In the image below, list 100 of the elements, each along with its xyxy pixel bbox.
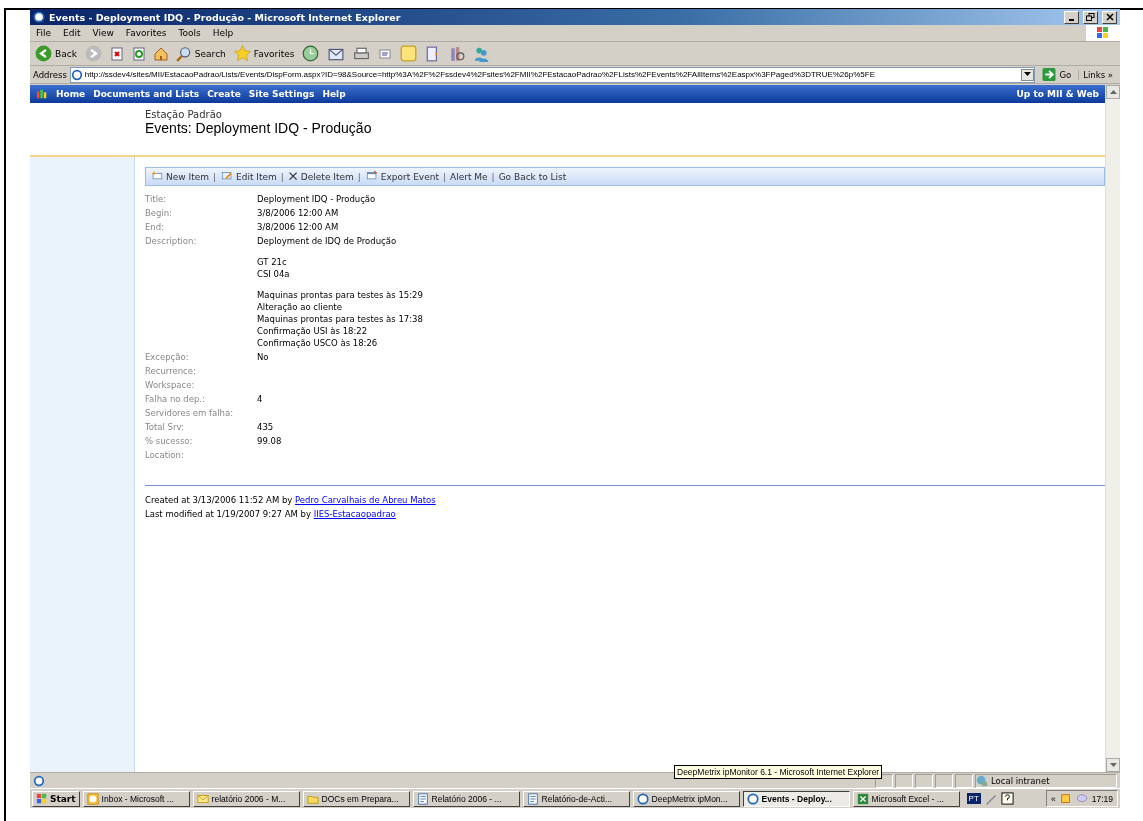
field-value: 99.08 (257, 436, 283, 446)
field-value: 435 (257, 422, 275, 432)
field-label: Servidores em falha: (145, 408, 234, 418)
taskbar-button[interactable]: DeepMetrix ipMon... (632, 790, 740, 807)
address-label: Address (33, 69, 67, 80)
clock: 17:19 (1091, 793, 1113, 804)
people-icon (473, 45, 491, 62)
field-value: Deployment de IDQ de Produção (257, 236, 398, 246)
envelope-icon (196, 792, 209, 805)
separator-text: | (280, 171, 284, 182)
field-value: GT 21c (257, 257, 288, 267)
field-label: Title: (145, 194, 168, 204)
tray-expand[interactable]: « (1051, 793, 1056, 804)
action-link[interactable]: New Item (150, 171, 209, 182)
dropdown-button[interactable] (1021, 68, 1035, 81)
field-label: Recurrence: (145, 366, 197, 376)
language-indicator[interactable]: PT (966, 793, 981, 804)
speech-bubble-icon (1075, 792, 1088, 805)
site-name: Estação Padrão (145, 109, 223, 120)
start-button[interactable]: Start (32, 790, 80, 807)
field-label: Total Srv: (145, 422, 185, 432)
browser-icon (33, 11, 45, 23)
nav-link[interactable]: Site Settings (248, 89, 315, 99)
action-link[interactable]: Edit Item (220, 171, 277, 182)
status-pane (935, 773, 953, 788)
document-icon (526, 792, 539, 805)
field-label: Description: (145, 236, 198, 248)
taskbar-button[interactable]: DOCs em Prepara... (302, 790, 410, 807)
taskbar-button[interactable]: Inbox - Microsoft ... (82, 790, 190, 807)
taskbar-button[interactable]: Relatório 2006 - ... (412, 790, 520, 807)
menu-item[interactable]: Edit (57, 28, 87, 38)
toolbar-button[interactable]: Favorites (231, 45, 297, 62)
user-link[interactable]: Pedro Carvalhais de Abreu Matos (295, 495, 436, 505)
menu-item[interactable]: File (30, 28, 58, 38)
action-link[interactable]: Export Event (364, 171, 439, 182)
toolbar-button[interactable]: Back (33, 45, 79, 62)
note-icon (400, 45, 418, 62)
field-label: Location: (145, 450, 185, 460)
page-icon (70, 68, 83, 81)
user-link[interactable]: IIES-Estacaopadrao (313, 509, 396, 519)
scroll-up-button[interactable] (1106, 85, 1120, 99)
taskbar-button[interactable]: relatório 2006 - M... (192, 790, 300, 807)
menu-item[interactable]: Help (206, 28, 240, 38)
window-title: Events - Deployment IDQ - Produção - Microsoft Internet Explorer (49, 11, 402, 23)
clock-icon (86, 792, 99, 805)
caret-icon (1024, 72, 1032, 77)
network-icon (976, 774, 988, 787)
nav-link[interactable]: Home (56, 89, 86, 99)
toolbar-icon-button[interactable] (151, 46, 170, 61)
menu-item[interactable]: View (86, 28, 120, 38)
toolbar-button[interactable]: Search (173, 45, 228, 62)
right-arrow-icon (1042, 68, 1057, 81)
windows-flag-icon (36, 792, 48, 805)
separator-text: | (491, 171, 495, 182)
nav-link[interactable]: Documents and Lists (93, 89, 200, 99)
close-icon (287, 171, 299, 182)
field-label: Falha no dep.: (145, 394, 206, 404)
minimize-button[interactable] (1064, 10, 1079, 24)
field-value: Deployment IDQ - Produção (257, 194, 377, 204)
printer-icon (353, 45, 371, 62)
page-title: Events: Deployment IDQ - Produção (145, 120, 373, 136)
books-icon (449, 45, 466, 62)
calendar-icon (364, 171, 379, 182)
field-value: CSI 04a (257, 269, 291, 279)
globe-icon (746, 792, 759, 805)
field-label: Excepção: (145, 352, 190, 362)
up-link[interactable]: Up to MII & Web (1016, 89, 1099, 99)
clock-icon (302, 45, 320, 62)
nav-link[interactable]: Help (322, 89, 346, 99)
field-value: Confirmação USI às 18:22 (257, 326, 369, 336)
go-button[interactable]: Go (1038, 68, 1076, 81)
caret-icon (1109, 762, 1117, 768)
site-logo-icon (36, 88, 48, 100)
action-link[interactable]: Delete Item (287, 171, 354, 182)
taskbar-button[interactable]: Microsoft Excel - ... (852, 790, 960, 807)
field-value: 3/8/2006 12:00 AM (257, 222, 340, 232)
address-field[interactable]: http://ssdev4/sites/MII/EstacaoPadrao/Lists/Events/DispForm.aspx?ID=98&Source=http%3A%2F%2Fssdev4%2Fsites%2FMII%2FEstacaoPadrao%2FLists%2FEvents%2FAllItems%2Easpx%3FPaged%3DTRUE%26p%5FE (69, 66, 1036, 83)
help-icon (1000, 792, 1014, 805)
links-button[interactable]: Links » (1078, 69, 1117, 80)
taskbar-button[interactable]: Relatório-de-Acti... (522, 790, 630, 807)
field-label: End: (145, 222, 166, 232)
field-value: Maquinas prontas para testes às 17:38 (257, 314, 424, 324)
close-icon (1105, 13, 1114, 21)
taskbar-button[interactable]: Events - Deploy... (742, 790, 850, 807)
separator-text: | (357, 171, 361, 182)
menu-item[interactable]: Tools (172, 28, 207, 38)
document-icon (416, 792, 429, 805)
action-link[interactable]: Go Back to List (498, 171, 567, 182)
close-button[interactable] (1102, 10, 1117, 24)
restore-button[interactable] (1083, 10, 1098, 24)
scroll-down-button[interactable] (1106, 758, 1120, 772)
separator-text: | (442, 171, 446, 182)
field-value: Maquinas prontas para testes às 15:29 (257, 290, 424, 300)
nav-link[interactable]: Create (207, 89, 241, 99)
caret-icon (1109, 89, 1117, 95)
action-link[interactable]: Alert Me (450, 171, 488, 182)
menu-item[interactable]: Favorites (119, 28, 173, 38)
security-icon (1059, 792, 1072, 805)
audit-text: Last modified at 1/19/2007 9:27 AM by IIES-Estacaopadrao (145, 509, 397, 519)
globe-icon (636, 792, 649, 805)
